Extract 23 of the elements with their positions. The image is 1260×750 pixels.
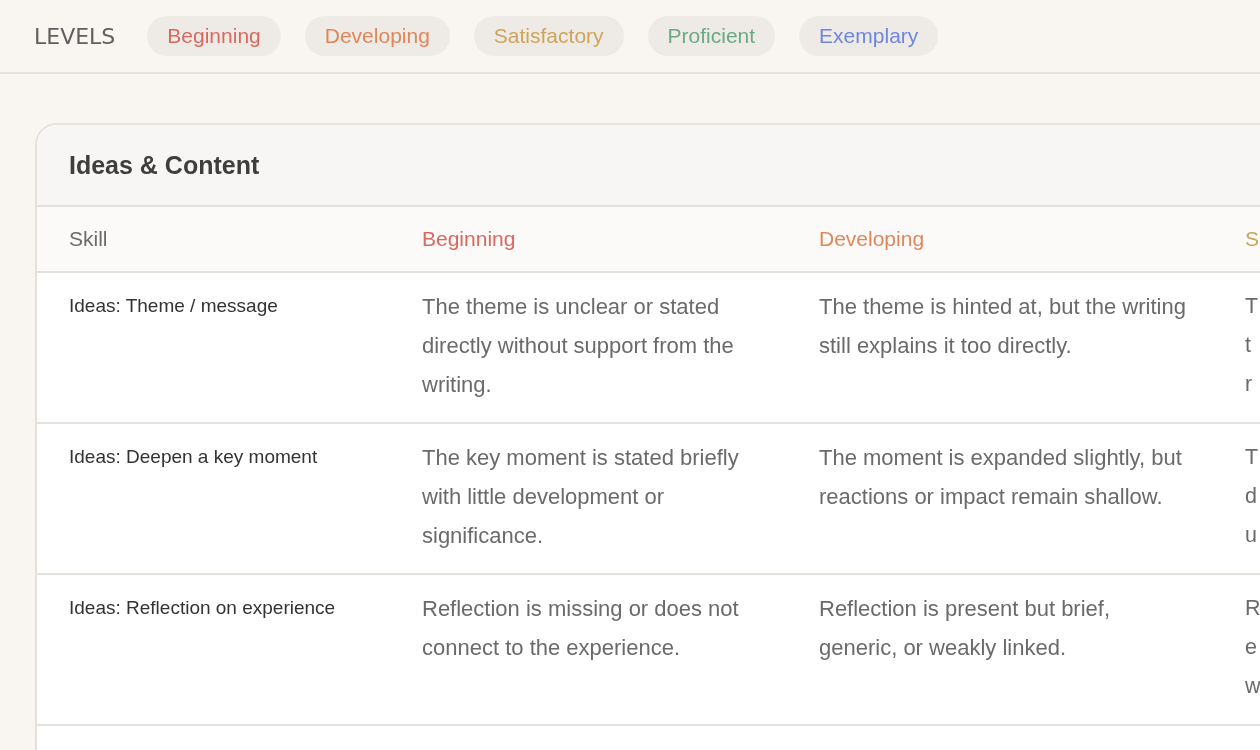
column-header: Skill (69, 227, 108, 251)
table-cell-text: The theme is hinted at, but the writing still explains it too directly. (819, 293, 1187, 360)
level-pill: Proficient (647, 16, 776, 56)
level-pill: Beginning (147, 16, 281, 56)
skill-label: Ideas: Reflection on experience (69, 596, 337, 620)
level-pill: Developing (304, 16, 450, 56)
table-cell-text: R e w (1245, 595, 1260, 700)
column-header: Developing (819, 227, 925, 251)
table-cell-text: T t r (1245, 293, 1259, 398)
table-cell-text: Reflection is present but brief, generic, or weakly linked. (819, 595, 1112, 662)
levels-label: LEVELS (34, 23, 116, 49)
table-cell-text: The moment is expanded slightly, but reactions or impact remain shallow. (819, 444, 1183, 511)
column-header: Beginning (422, 227, 516, 251)
skill-label: Ideas: Theme / message (69, 294, 279, 318)
table-cell-text: Reflection is missing or does not connect to the experience. (422, 595, 740, 662)
level-pill: Satisfactory (473, 16, 624, 56)
table-cell-text: T d u (1245, 444, 1259, 549)
level-pill: Exemplary (799, 16, 939, 56)
table-cell-text: The theme is unclear or stated directly without support from the writing. (422, 293, 735, 399)
column-header: S (1245, 227, 1259, 251)
section-title: Ideas & Content (69, 150, 260, 180)
table-cell-text: The key moment is stated briefly with little development or significance. (422, 444, 740, 550)
skill-label: Ideas: Deepen a key moment (69, 445, 319, 469)
